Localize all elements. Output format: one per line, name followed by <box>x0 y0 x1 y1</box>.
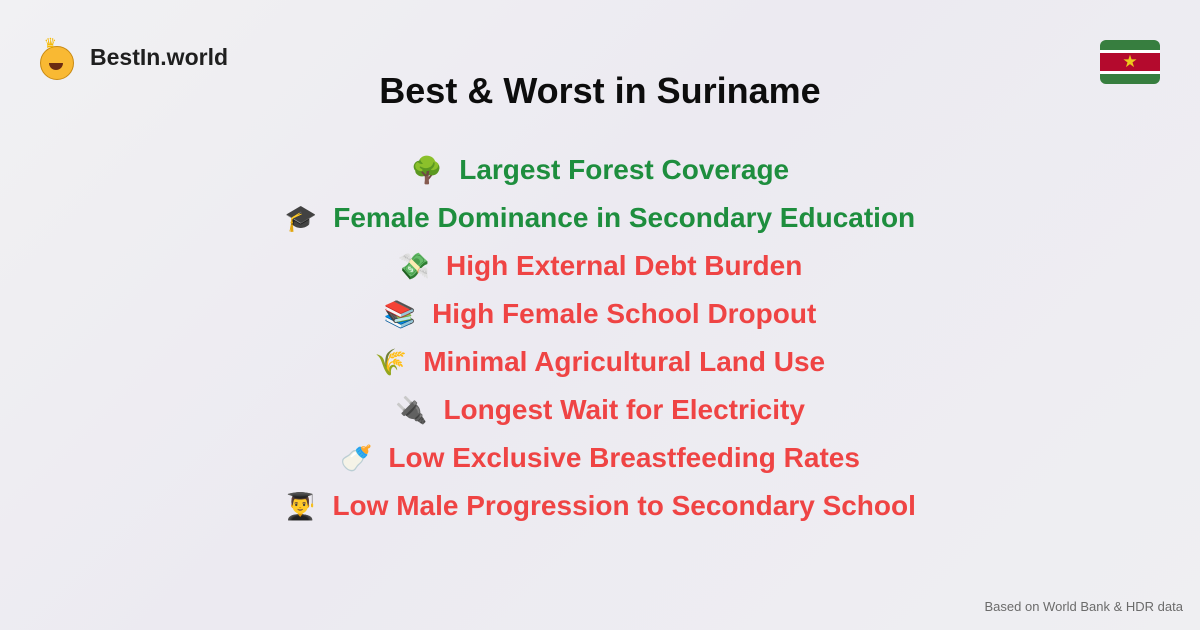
tree-icon: 🌳 <box>410 154 444 185</box>
item-label: High Female School Dropout <box>432 298 817 329</box>
books-icon: 📚 <box>383 298 417 329</box>
list-item: 💸 High External Debt Burden <box>0 242 1200 290</box>
male-student-icon: 👨‍🎓 <box>284 490 317 521</box>
list-item: 👨‍🎓 Low Male Progression to Secondary Sch… <box>0 482 1200 530</box>
item-label: Minimal Agricultural Land Use <box>423 346 826 377</box>
wheat-icon: 🌾 <box>374 346 408 377</box>
list-item: 📚 High Female School Dropout <box>0 290 1200 338</box>
item-label: Female Dominance in Secondary Education <box>333 202 916 233</box>
item-label: Largest Forest Coverage <box>459 154 790 185</box>
item-label: Low Male Progression to Secondary School <box>332 490 916 521</box>
item-label: High External Debt Burden <box>446 250 803 281</box>
ranking-list: 🌳 Largest Forest Coverage 🎓 Female Dominan… <box>0 146 1200 530</box>
brand-name: BestIn.world <box>90 43 229 70</box>
page-title: Best & Worst in Suriname <box>379 70 821 111</box>
money-flying-icon: 💸 <box>397 250 431 281</box>
graduation-cap-icon: 🎓 <box>284 202 318 233</box>
list-item: 🌾 Minimal Agricultural Land Use <box>0 338 1200 386</box>
data-source-footer: Based on World Bank & HDR data <box>984 599 1183 614</box>
list-item: 🍼 Low Exclusive Breastfeeding Rates <box>0 434 1200 482</box>
baby-bottle-icon: 🍼 <box>340 442 373 473</box>
list-item: 🌳 Largest Forest Coverage <box>0 146 1200 194</box>
plug-icon: 🔌 <box>395 394 428 425</box>
item-label: Low Exclusive Breastfeeding Rates <box>388 442 860 473</box>
list-item: 🎓 Female Dominance in Secondary Education <box>0 194 1200 242</box>
list-item: 🔌 Longest Wait for Electricity <box>0 386 1200 434</box>
item-label: Longest Wait for Electricity <box>443 394 805 425</box>
